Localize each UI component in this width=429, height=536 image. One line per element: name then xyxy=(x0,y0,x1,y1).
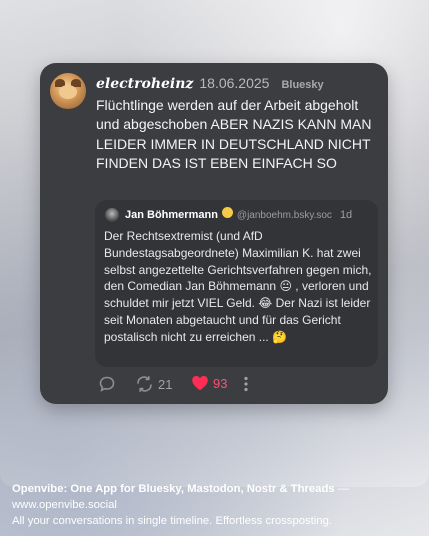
action-bar: 21 93 xyxy=(98,375,298,395)
like-count: 93 xyxy=(213,375,228,391)
caption-dash: — xyxy=(334,483,350,495)
repost-count: 21 xyxy=(158,376,173,392)
reply-button[interactable] xyxy=(98,375,116,393)
heart-icon xyxy=(191,375,209,391)
quote-header: Jan Böhmermann @janboehm.bsky.soc 1d xyxy=(125,207,352,221)
post-header: electroheinz 18.06.2025 Bluesky xyxy=(96,75,324,92)
caption-url[interactable]: www.openvibe.social xyxy=(12,498,422,514)
network-label: Bluesky xyxy=(281,79,324,91)
slightly-smiling-face-icon xyxy=(221,207,233,218)
quote-text: Der Rechtsextremist (und AfD Bundestagsa… xyxy=(104,229,372,344)
repost-arrows-icon xyxy=(135,375,154,393)
caption-title: Openvibe: One App for Bluesky, Mastodon,… xyxy=(12,483,335,495)
post-date: 18.06.2025 xyxy=(199,75,270,91)
avatar[interactable] xyxy=(50,73,86,109)
speech-bubble-icon xyxy=(98,375,116,393)
link-preview-caption[interactable]: Openvibe: One App for Bluesky, Mastodon,… xyxy=(12,482,422,529)
quote-time: 1d xyxy=(339,209,353,221)
quoted-post[interactable]: Jan Böhmermann @janboehm.bsky.soc 1d Der… xyxy=(95,200,378,367)
vertical-ellipsis-icon xyxy=(243,375,249,393)
like-button[interactable]: 93 xyxy=(191,375,227,391)
caption-tagline: All your conversations in single timelin… xyxy=(12,514,333,527)
quote-avatar[interactable] xyxy=(105,208,119,222)
author-name[interactable]: electroheinz xyxy=(96,76,193,92)
quote-handle: @janboehm.bsky.soc xyxy=(236,210,332,221)
post-card[interactable]: electroheinz 18.06.2025 Bluesky Flüchtli… xyxy=(40,63,388,404)
post-text: Flüchtlinge werden auf der Arbeit abgeho… xyxy=(96,97,372,171)
more-button[interactable] xyxy=(243,375,249,393)
repost-button[interactable]: 21 xyxy=(135,375,172,393)
quote-author-name[interactable]: Jan Böhmermann xyxy=(125,209,218,221)
